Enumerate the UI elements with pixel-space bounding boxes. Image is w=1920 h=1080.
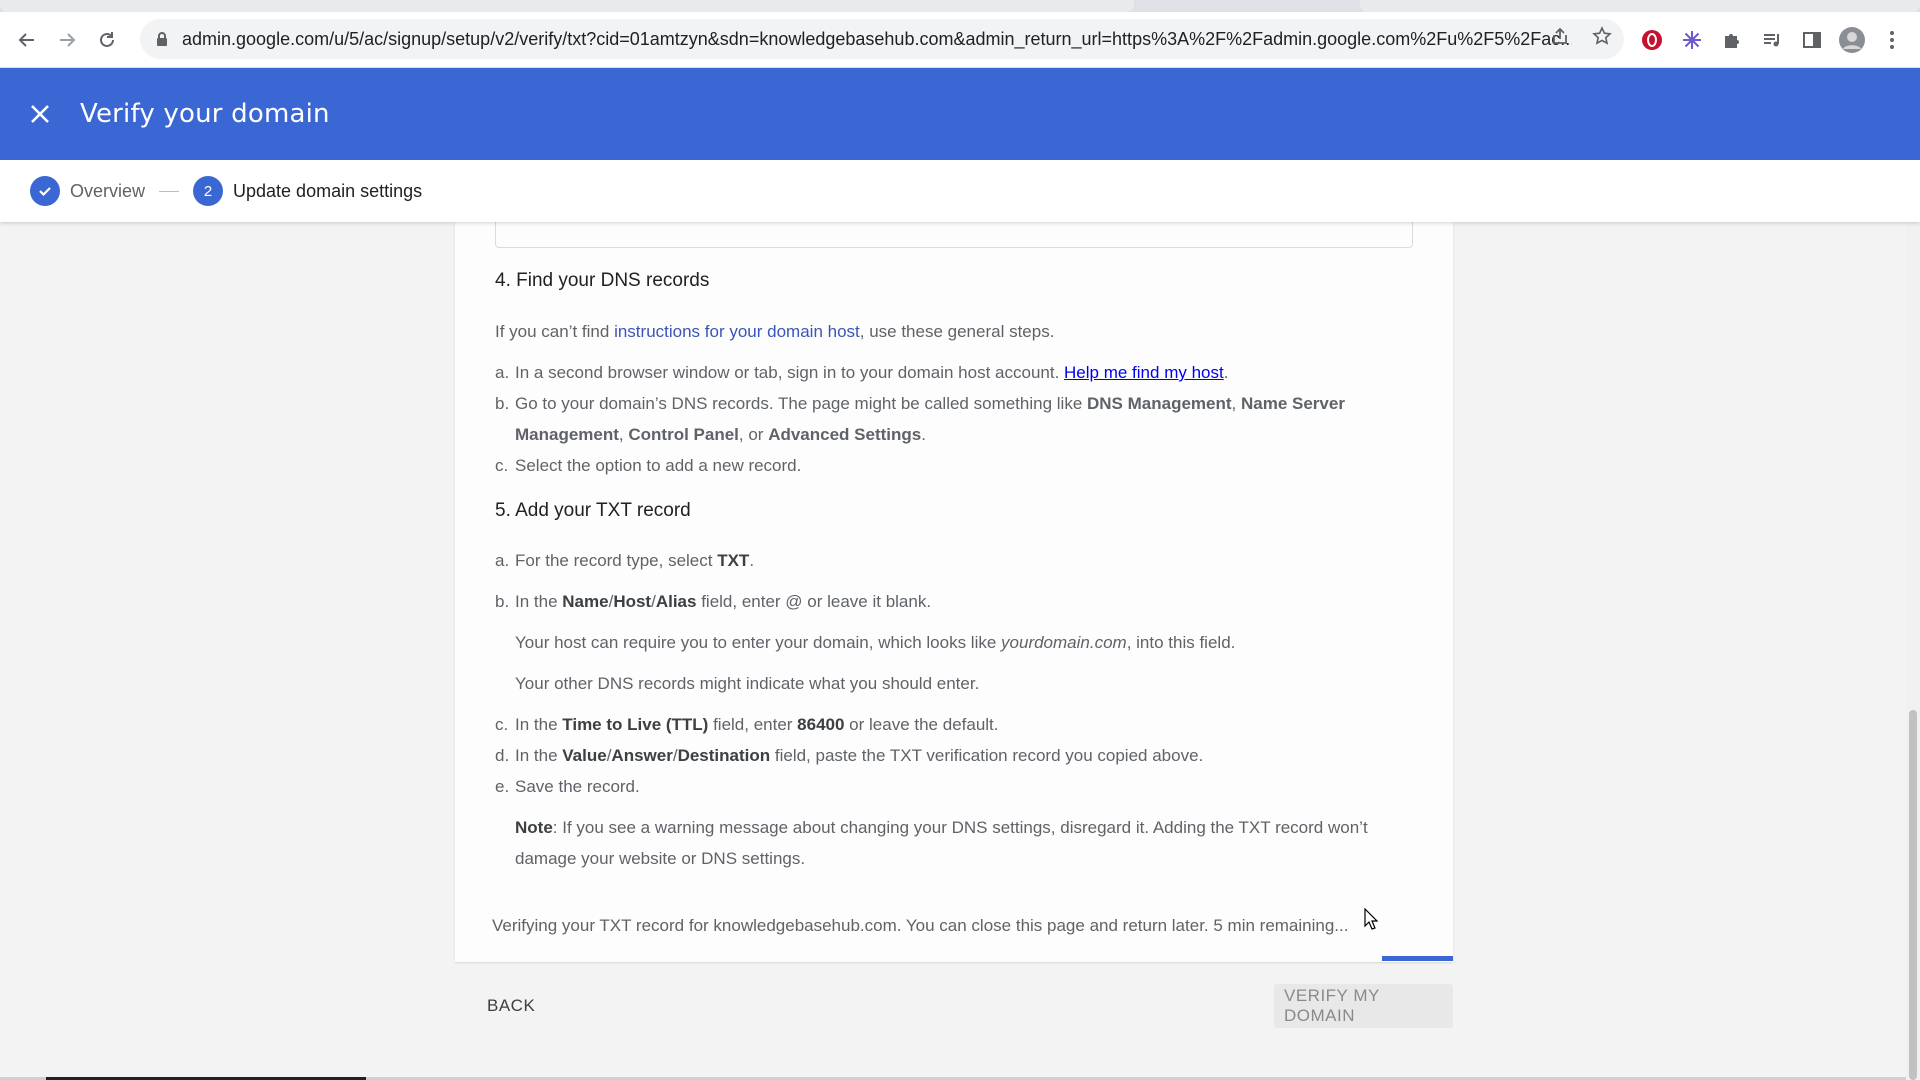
- domain-host-instructions-link[interactable]: instructions for your domain host: [614, 322, 860, 341]
- forward-icon[interactable]: [47, 20, 87, 60]
- tab-strip: [0, 0, 1920, 12]
- list-item: b. In the Name/Host/Alias field, enter @ …: [495, 592, 932, 611]
- progress-bar: [1382, 956, 1453, 961]
- step-update-domain-settings: Update domain settings: [233, 180, 423, 201]
- list-item: d. In the Value/Answer/Destination field,…: [495, 746, 1204, 765]
- section-title: 5. Add your TXT record: [495, 500, 691, 521]
- close-icon[interactable]: [0, 104, 80, 124]
- avatar[interactable]: [1836, 24, 1868, 56]
- list-item: c. In the Time to Live (TTL) field, enter…: [495, 715, 999, 734]
- step-number: 2: [193, 176, 224, 206]
- lock-icon[interactable]: [152, 31, 172, 47]
- verify-my-domain-button[interactable]: VERIFY MY DOMAIN: [1274, 984, 1453, 1028]
- reload-icon[interactable]: [87, 20, 127, 60]
- step-overview[interactable]: Overview: [70, 181, 145, 202]
- tab[interactable]: [0, 0, 1134, 12]
- list-item: a. In a second browser window or tab, sig…: [495, 363, 1229, 382]
- step-divider: [159, 190, 180, 192]
- back-icon[interactable]: [7, 20, 47, 60]
- extension-snowflake-icon[interactable]: [1676, 24, 1708, 56]
- cursor-icon: [1364, 907, 1379, 935]
- url-text[interactable]: admin.google.com/u/5/ac/signup/setup/v2/…: [182, 29, 1572, 50]
- stepper: Overview 2 Update domain settings: [0, 160, 1920, 222]
- content-area: 4. Find your DNS records If you can’t fi…: [0, 222, 1906, 1080]
- section-title: 4. Find your DNS records: [495, 270, 710, 291]
- list-item: c. Select the option to add a new record.: [495, 456, 802, 475]
- puzzle-icon[interactable]: [1716, 24, 1748, 56]
- media-icon[interactable]: [1756, 24, 1788, 56]
- verification-status: Verifying your TXT record for knowledgeb…: [492, 916, 1349, 935]
- intro-paragraph: If you can’t find instructions for your …: [495, 322, 1055, 341]
- share-icon[interactable]: [1550, 26, 1570, 52]
- sidepanel-icon[interactable]: [1796, 24, 1828, 56]
- list-item: b. Go to your domain’s DNS records. The p…: [495, 394, 1345, 444]
- help-find-host-link[interactable]: Help me find my host: [1064, 363, 1224, 382]
- txt-record-box: [495, 222, 1413, 248]
- hint-text: Your other DNS records might indicate wh…: [515, 674, 980, 693]
- star-icon[interactable]: [1592, 26, 1612, 52]
- page-title: Verify your domain: [80, 99, 330, 129]
- address-bar[interactable]: admin.google.com/u/5/ac/signup/setup/v2/…: [140, 19, 1624, 59]
- list-item: a. For the record type, select TXT.: [495, 551, 755, 570]
- check-icon[interactable]: [30, 176, 60, 206]
- tab[interactable]: [1360, 0, 1920, 12]
- menu-icon[interactable]: [1876, 24, 1908, 56]
- scrollbar[interactable]: [1906, 222, 1920, 1080]
- list-item: e. Save the record.: [495, 777, 640, 796]
- hint-text: Your host can require you to enter your …: [515, 633, 1236, 652]
- note-text: Note: If you see a warning message about…: [515, 818, 1368, 868]
- back-button[interactable]: BACK: [477, 984, 545, 1028]
- browser-toolbar: admin.google.com/u/5/ac/signup/setup/v2/…: [0, 12, 1920, 68]
- scrollbar-thumb[interactable]: [1909, 710, 1917, 1080]
- extension-opera-icon[interactable]: [1636, 24, 1668, 56]
- instructions-card: 4. Find your DNS records If you can’t fi…: [455, 222, 1453, 962]
- app-header: Verify your domain: [0, 68, 1920, 160]
